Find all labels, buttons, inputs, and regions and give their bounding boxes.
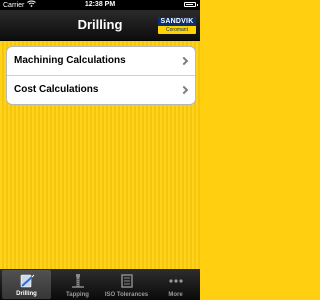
chevron-right-icon [179, 56, 189, 66]
tab-drilling[interactable]: Drilling [2, 270, 51, 299]
tab-label: Drilling [16, 291, 37, 297]
tab-label: More [168, 292, 183, 298]
tab-tapping[interactable]: Tapping [53, 269, 102, 300]
tab-iso-tolerances[interactable]: ISO Tolerances [102, 269, 151, 300]
sandvik-logo: SANDVIK Coromant [158, 17, 196, 34]
content-area: Machining Calculations Cost Calculations [0, 41, 200, 269]
status-bar: Carrier 12:38 PM [0, 0, 200, 10]
tab-label: Tapping [66, 292, 89, 298]
tab-more[interactable]: More [151, 269, 200, 300]
status-time: 12:38 PM [84, 1, 116, 8]
logo-name: SANDVIK [158, 17, 196, 26]
menu-item-cost-calculations[interactable]: Cost Calculations [7, 75, 195, 104]
tolerance-icon [102, 273, 151, 289]
more-icon [151, 273, 200, 289]
tab-label: ISO Tolerances [104, 292, 149, 298]
chevron-right-icon [179, 85, 189, 95]
menu-item-label: Machining Calculations [14, 55, 126, 66]
drill-icon [2, 274, 51, 290]
menu-list: Machining Calculations Cost Calculations [6, 46, 196, 105]
logo-sub: Coromant [166, 27, 188, 33]
menu-item-machining-calculations[interactable]: Machining Calculations [7, 47, 195, 75]
nav-bar: Drilling SANDVIK Coromant [0, 10, 200, 41]
battery-icon [184, 2, 198, 7]
tab-bar: Drilling Tapping ISO Tolerances More [0, 269, 200, 300]
tap-icon [53, 273, 102, 289]
menu-item-label: Cost Calculations [14, 84, 99, 95]
